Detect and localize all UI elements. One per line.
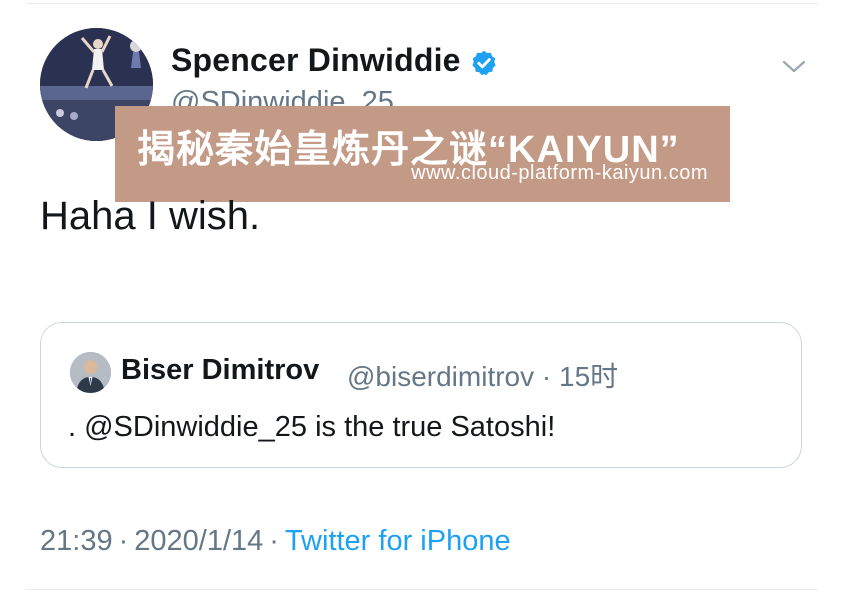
verified-badge-icon xyxy=(472,50,496,76)
author-name[interactable]: Spencer Dinwiddie xyxy=(171,42,461,79)
top-divider xyxy=(26,3,818,4)
tweet-text: Haha I wish. xyxy=(40,194,261,238)
quoted-time[interactable]: 15时 xyxy=(559,361,618,392)
quoted-meta: @biserdimitrov · 15时 xyxy=(347,355,618,395)
quoted-tweet-card[interactable]: Biser Dimitrov @biserdimitrov · 15时 . @S… xyxy=(40,322,802,468)
chevron-down-icon[interactable] xyxy=(781,56,807,76)
quoted-avatar-image xyxy=(70,352,111,393)
tweet-source-link[interactable]: Twitter for iPhone xyxy=(285,525,511,557)
tweet-footer: 21:39 · 2020/1/14 · Twitter for iPhone xyxy=(40,525,511,558)
footer-separator-1: · xyxy=(118,525,129,557)
quoted-author-name[interactable]: Biser Dimitrov xyxy=(121,354,319,387)
quoted-tweet-text: . @SDinwiddie_25 is the true Satoshi! xyxy=(68,411,556,443)
tweet-detail: Spencer Dinwiddie @SDinwiddie_25 揭秘秦始皇炼丹… xyxy=(0,0,844,594)
bottom-divider xyxy=(26,589,818,590)
tweet-time[interactable]: 21:39 xyxy=(40,525,113,557)
tweet-date[interactable]: 2020/1/14 xyxy=(134,525,263,557)
quoted-author-handle[interactable]: @biserdimitrov xyxy=(347,361,534,392)
watermark-url: www.cloud-platform-kaiyun.com xyxy=(411,162,708,184)
watermark-banner: 揭秘秦始皇炼丹之谜“KAIYUN” www.cloud-platform-kai… xyxy=(115,106,730,202)
quoted-author-avatar[interactable] xyxy=(70,352,111,393)
footer-separator-2: · xyxy=(269,525,279,557)
quoted-separator: · xyxy=(541,361,552,392)
